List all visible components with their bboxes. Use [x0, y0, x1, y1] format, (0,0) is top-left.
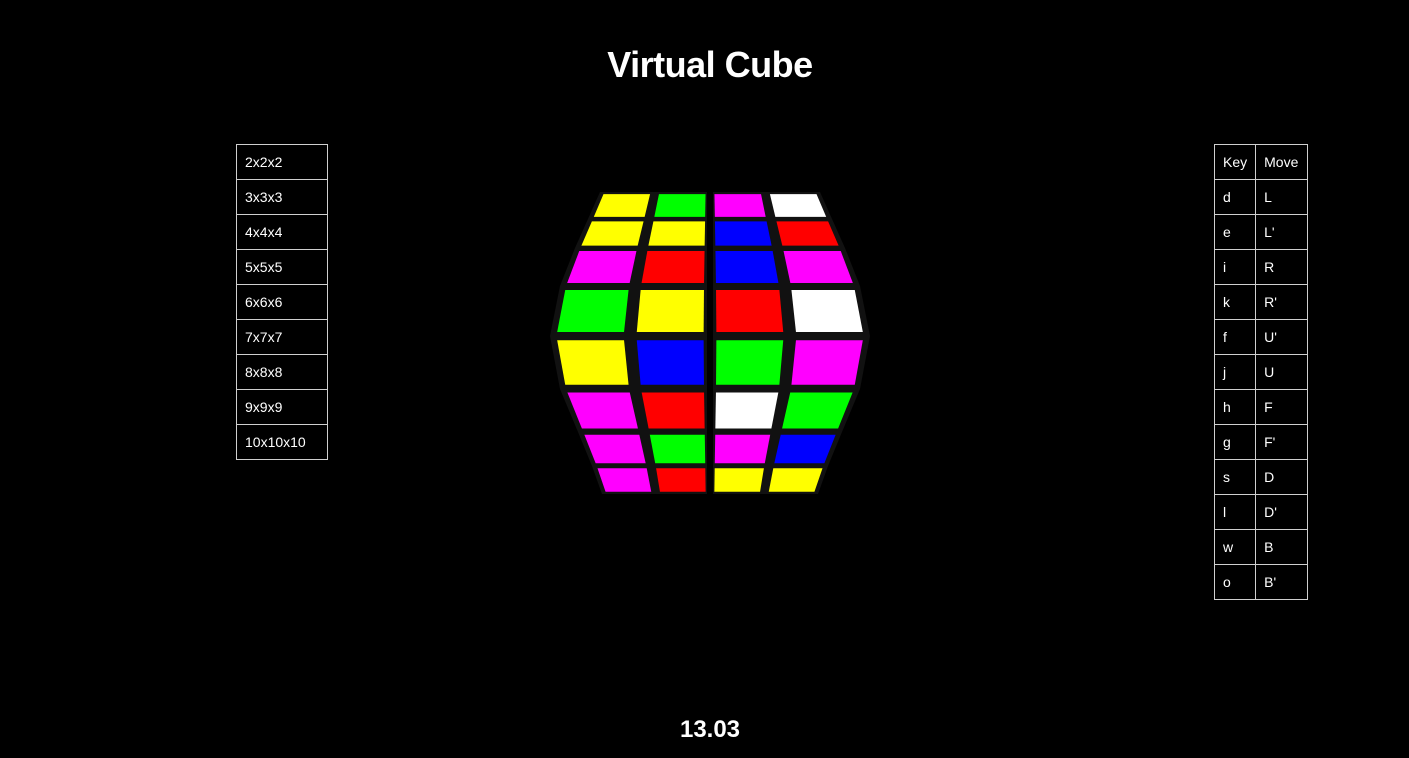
key-binding-row: wB	[1213, 529, 1309, 565]
cube-canvas[interactable]	[540, 186, 880, 506]
cube-size-row[interactable]: 8x8x8	[236, 354, 328, 390]
cube-sticker	[567, 251, 637, 283]
cube-sticker	[649, 434, 706, 464]
move-cell: L	[1255, 179, 1309, 215]
move-cell: F'	[1255, 424, 1309, 460]
cube-size-row[interactable]: 10x10x10	[236, 424, 328, 460]
key-cell: j	[1213, 354, 1257, 390]
cube-sticker	[593, 194, 651, 217]
key-binding-row: hF	[1213, 389, 1309, 425]
cube-size-row[interactable]: 2x2x2	[236, 144, 328, 180]
cube-sticker	[581, 221, 644, 246]
cube-sticker	[714, 221, 772, 246]
cube-sticker	[714, 194, 766, 217]
cube-sticker	[791, 340, 863, 385]
cube-size-option[interactable]: 4x4x4	[236, 214, 328, 250]
cube-size-option[interactable]: 8x8x8	[236, 354, 328, 390]
cube-size-option[interactable]: 6x6x6	[236, 284, 328, 320]
key-binding-row: jU	[1213, 354, 1309, 390]
cube-sticker	[776, 221, 839, 246]
key-cell: o	[1213, 564, 1257, 600]
move-cell: R	[1255, 249, 1309, 285]
cube-sticker	[716, 340, 784, 385]
move-cell: F	[1255, 389, 1309, 425]
key-cell: g	[1213, 424, 1257, 460]
key-cell: f	[1213, 319, 1257, 355]
key-binding-row: k R'	[1213, 284, 1309, 320]
key-binding-row: l D'	[1213, 494, 1309, 530]
key-cell: w	[1213, 529, 1257, 565]
cube-size-row[interactable]: 3x3x3	[236, 179, 328, 215]
cube-size-row[interactable]: 7x7x7	[236, 319, 328, 355]
cube-size-row[interactable]: 5x5x5	[236, 249, 328, 285]
move-cell: B'	[1255, 564, 1309, 600]
move-cell: D'	[1255, 494, 1309, 530]
key-binding-row: dL	[1213, 179, 1309, 215]
cube-sticker	[654, 194, 706, 217]
move-cell: D	[1255, 459, 1309, 495]
cube-size-option[interactable]: 7x7x7	[236, 319, 328, 355]
cube-size-row[interactable]: 4x4x4	[236, 214, 328, 250]
key-binding-row: e L'	[1213, 214, 1309, 250]
key-cell: s	[1213, 459, 1257, 495]
cube-sticker	[597, 468, 652, 492]
key-binding-row: iR	[1213, 249, 1309, 285]
move-cell: U	[1255, 354, 1309, 390]
key-cell: e	[1213, 214, 1257, 250]
cube-sticker	[636, 340, 704, 385]
key-table-header-row: Key Move	[1213, 144, 1309, 180]
cube-size-option[interactable]: 3x3x3	[236, 179, 328, 215]
cube-sticker	[791, 290, 863, 332]
cube-size-option[interactable]: 10x10x10	[236, 424, 328, 460]
key-cell: k	[1213, 284, 1257, 320]
cube-size-option[interactable]: 9x9x9	[236, 389, 328, 425]
cube-sticker	[636, 290, 704, 332]
cube-sticker	[714, 434, 771, 464]
key-binding-row: f U'	[1213, 319, 1309, 355]
cube-sticker	[656, 468, 706, 492]
cube-sticker	[648, 221, 706, 246]
cube-sticker	[714, 468, 764, 492]
key-binding-row: o B'	[1213, 564, 1309, 600]
move-cell: L'	[1255, 214, 1309, 250]
cube-sticker	[557, 290, 629, 332]
move-cell: U'	[1255, 319, 1309, 355]
cube-sticker	[641, 251, 705, 283]
solve-timer: 13.03	[679, 716, 741, 743]
cube-sticker	[715, 251, 779, 283]
key-cell: i	[1213, 249, 1257, 285]
key-column-header: Key	[1213, 144, 1257, 180]
cube-sticker	[768, 468, 823, 492]
move-cell: B	[1255, 529, 1309, 565]
key-cell: d	[1213, 179, 1257, 215]
cube-sticker	[641, 392, 705, 429]
cube-sticker	[715, 392, 779, 429]
cube-graphic[interactable]	[540, 186, 880, 506]
cube-size-option[interactable]: 5x5x5	[236, 249, 328, 285]
key-bindings-table: Key Move d Le L' i Rk R' f U' j Uh Fg F' s Dl D' w Bo B'	[1213, 144, 1309, 600]
cube-size-menu: 2x2x2 3x3x3 4x4x4 5x5x5 6x6x6 7x7x7 8x8x8 9x9x9…	[236, 144, 328, 460]
cube-size-option[interactable]: 2x2x2	[236, 144, 328, 180]
page-title: Virtual Cube	[607, 44, 813, 85]
move-column-header: Move	[1255, 144, 1309, 180]
key-cell: h	[1213, 389, 1257, 425]
move-cell: R'	[1255, 284, 1309, 320]
cube-sticker	[557, 340, 629, 385]
cube-size-row[interactable]: 6x6x6	[236, 284, 328, 320]
cube-sticker	[783, 251, 853, 283]
key-binding-row: sD	[1213, 459, 1309, 495]
key-cell: l	[1213, 494, 1257, 530]
virtual-cube-page: Virtual Cube 2x2x2 3x3x3 4x4x4 5x5x5 6x6x6 7x…	[0, 0, 1409, 758]
cube-sticker	[716, 290, 784, 332]
key-binding-row: g F'	[1213, 424, 1309, 460]
cube-sticker	[769, 194, 827, 217]
cube-size-row[interactable]: 9x9x9	[236, 389, 328, 425]
